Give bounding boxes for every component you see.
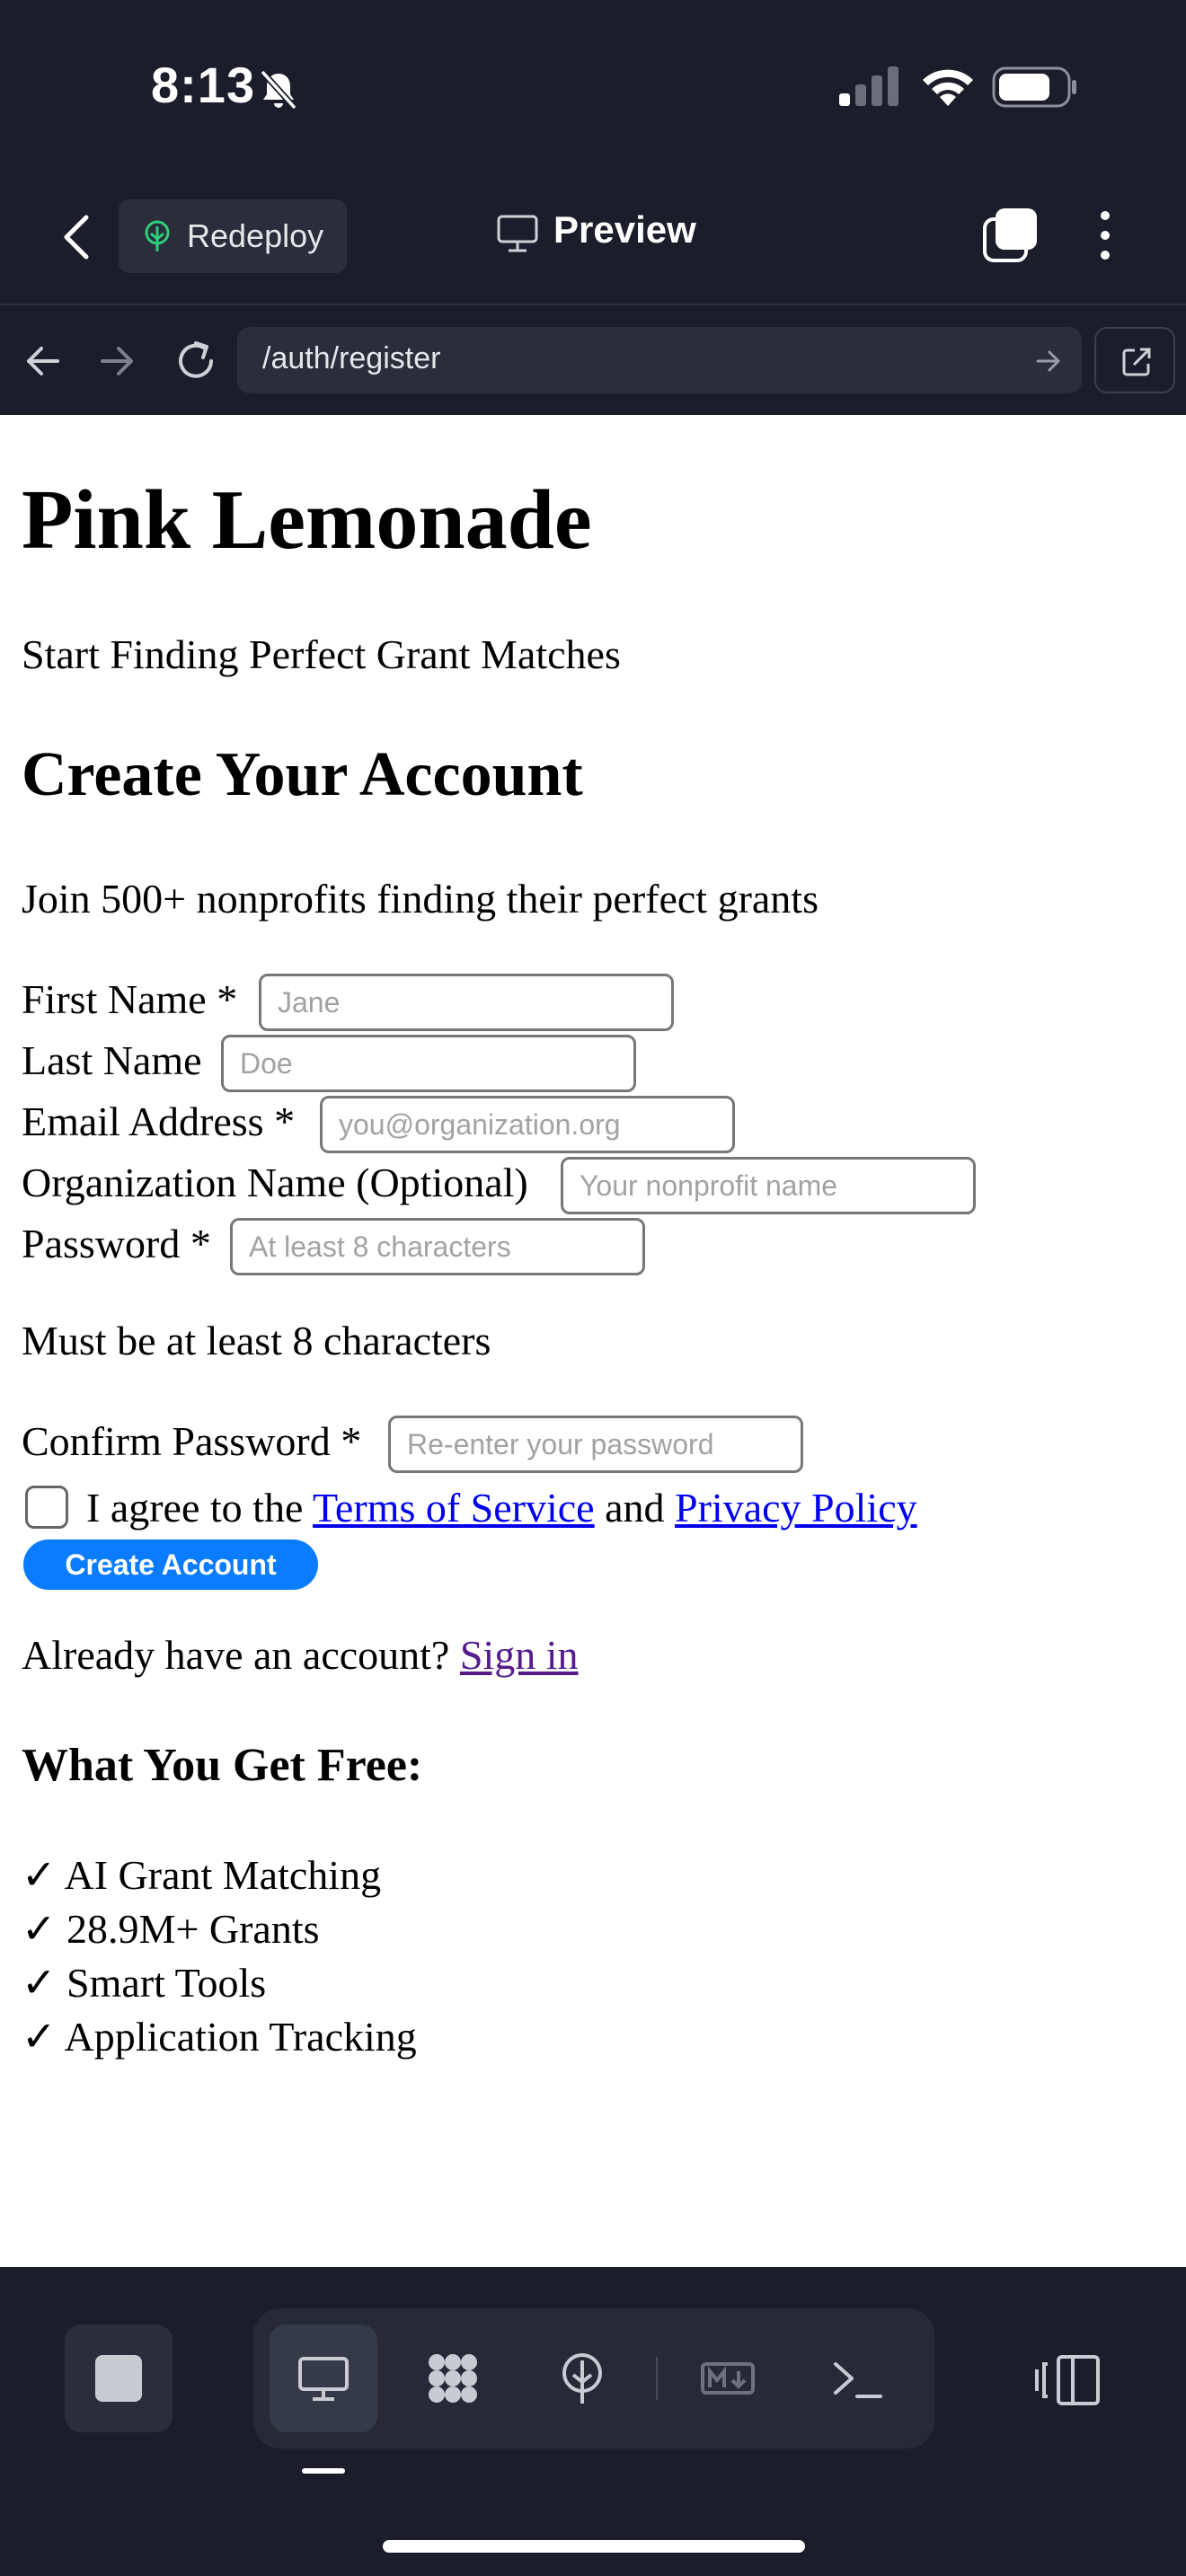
status-bar: 8:13	[0, 0, 1186, 171]
preview-label: Preview	[553, 208, 696, 251]
tabs-icon[interactable]	[981, 207, 1039, 264]
grid-icon	[429, 2354, 477, 2403]
tool-group	[253, 2308, 934, 2448]
privacy-policy-link[interactable]: Privacy Policy	[675, 1485, 917, 1531]
home-indicator	[383, 2540, 805, 2553]
open-external-button[interactable]	[1094, 327, 1175, 393]
signin-prompt: Already have an account? Sign in	[22, 1635, 579, 1676]
url-text: /auth/register	[262, 341, 441, 375]
redeploy-button[interactable]: Redeploy	[119, 199, 347, 273]
battery-icon	[992, 66, 1076, 108]
wifi-icon	[923, 69, 973, 106]
benefits-heading: What You Get Free:	[22, 1740, 423, 1791]
monitor-icon	[497, 215, 538, 252]
browser-bar: /auth/register	[0, 307, 1186, 415]
external-link-icon	[1122, 348, 1151, 376]
create-account-button[interactable]: Create Account	[23, 1539, 318, 1590]
sign-in-link[interactable]: Sign in	[460, 1632, 579, 1678]
email-input[interactable]	[320, 1096, 735, 1153]
terminal-icon	[834, 2362, 882, 2398]
bottom-toolbar	[0, 2267, 1186, 2576]
password-hint: Must be at least 8 characters	[22, 1318, 491, 1363]
benefit-item: ✓ Smart Tools	[22, 1960, 267, 2006]
preview-tool[interactable]	[270, 2325, 377, 2432]
terms-of-service-link[interactable]: Terms of Service	[313, 1485, 595, 1531]
cellular-signal-icon	[839, 66, 898, 106]
markdown-icon	[701, 2362, 755, 2395]
terms-prefix: I agree to the	[86, 1485, 304, 1531]
first-name-label: First Name *	[22, 976, 238, 1022]
last-name-input[interactable]	[221, 1035, 636, 1092]
monitor-icon	[298, 2357, 349, 2401]
email-label: Email Address *	[22, 1098, 296, 1144]
deploy-icon	[562, 2353, 602, 2404]
markdown-tool[interactable]	[674, 2325, 782, 2432]
intro-text: Join 500+ nonprofits finding their perfe…	[22, 876, 819, 922]
confirm-password-input[interactable]	[388, 1416, 803, 1473]
terms-conjunction: and	[605, 1485, 665, 1531]
last-name-label: Last Name	[22, 1037, 202, 1083]
page-title: Create Your Account	[22, 740, 583, 809]
url-bar[interactable]: /auth/register	[237, 327, 1082, 393]
password-label: Password *	[22, 1221, 211, 1266]
terminal-tool[interactable]	[803, 2325, 911, 2432]
toolbar-divider	[656, 2357, 658, 2400]
register-page: Pink Lemonade Start Finding Perfect Gran…	[0, 415, 1186, 2267]
first-name-input[interactable]	[259, 974, 674, 1031]
bell-off-icon	[260, 69, 297, 110]
reload-icon[interactable]	[173, 338, 219, 384]
confirm-password-label: Confirm Password *	[22, 1418, 362, 1464]
stop-icon	[95, 2355, 142, 2402]
back-chevron-icon[interactable]	[54, 210, 99, 264]
tagline: Start Finding Perfect Grant Matches	[22, 631, 621, 677]
brand-heading: Pink Lemonade	[22, 473, 592, 567]
deploy-tree-icon	[145, 220, 170, 251]
redeploy-label: Redeploy	[187, 217, 324, 254]
terms-text: I agree to the Terms of Service and Priv…	[86, 1487, 917, 1529]
go-arrow-icon[interactable]	[1035, 348, 1062, 374]
benefit-item: ✓ Application Tracking	[22, 2014, 417, 2060]
browser-forward-icon[interactable]	[97, 341, 137, 381]
benefits-list: ✓ AI Grant Matching ✓ 28.9M+ Grants ✓ Sm…	[22, 1848, 417, 2064]
more-options-icon[interactable]	[1087, 208, 1123, 262]
signin-prompt-text: Already have an account?	[22, 1632, 450, 1678]
active-tool-indicator	[302, 2468, 345, 2474]
browser-back-icon[interactable]	[23, 341, 63, 381]
app-header: Redeploy Preview	[0, 171, 1186, 305]
side-panel-icon[interactable]	[1033, 2351, 1102, 2409]
organization-label: Organization Name (Optional)	[22, 1160, 528, 1205]
grid-tool[interactable]	[399, 2325, 507, 2432]
password-input[interactable]	[230, 1218, 645, 1275]
benefit-item: ✓ AI Grant Matching	[22, 1852, 382, 1898]
stop-button[interactable]	[65, 2325, 173, 2432]
benefit-item: ✓ 28.9M+ Grants	[22, 1906, 320, 1952]
organization-input[interactable]	[561, 1157, 976, 1214]
deploy-tool[interactable]	[528, 2325, 636, 2432]
status-time: 8:13	[151, 57, 256, 113]
terms-checkbox[interactable]	[25, 1486, 68, 1529]
app-chrome: 8:13 Redeploy Preview /auth/register	[0, 0, 1186, 415]
